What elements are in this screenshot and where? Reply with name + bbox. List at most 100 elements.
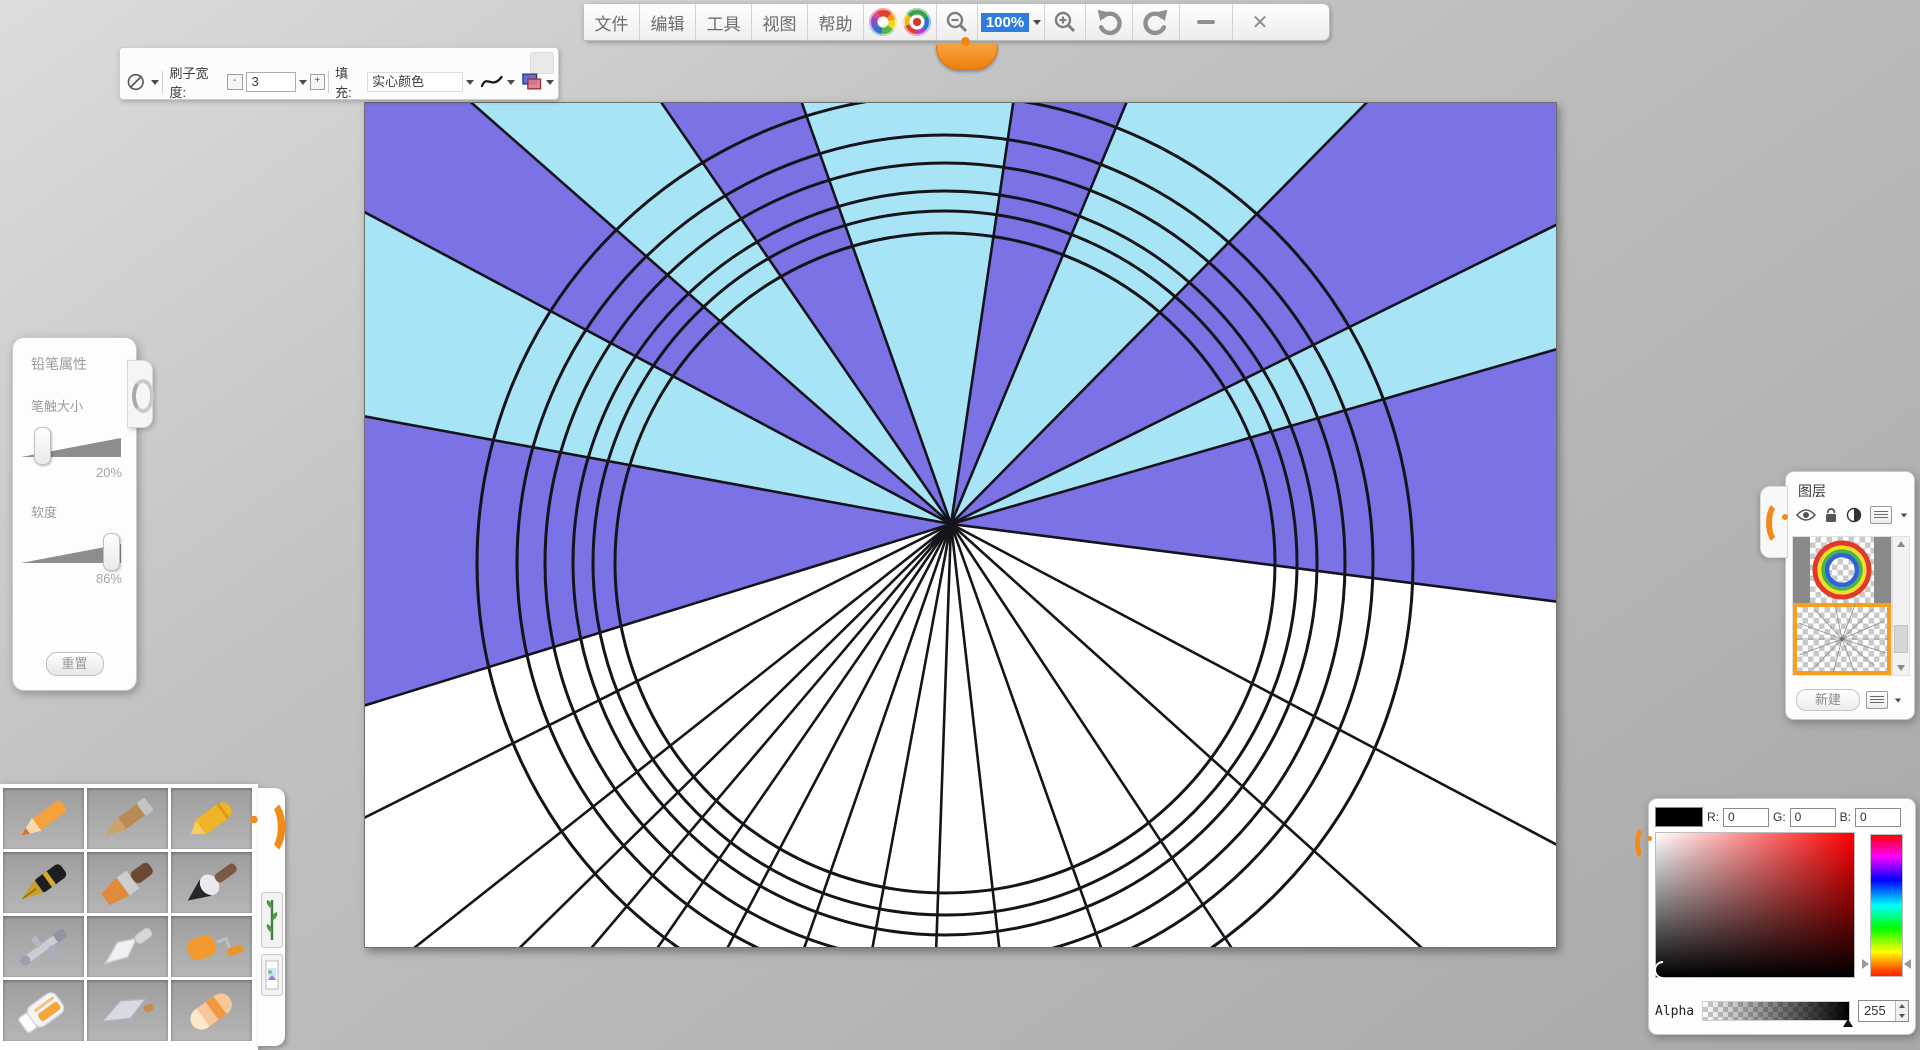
menu-help[interactable]: 帮助	[808, 4, 864, 40]
pencil-options-dropdown-icon[interactable]	[151, 80, 159, 85]
unlocked-padlock-icon[interactable]	[1824, 507, 1838, 523]
separator	[162, 71, 163, 93]
stroke-curve-dropdown-icon[interactable]	[507, 80, 515, 85]
pencil-circle-icon[interactable]	[126, 71, 148, 93]
picture-icon	[265, 960, 279, 990]
tool-eraser[interactable]	[171, 980, 252, 1041]
fill-dropdown-icon[interactable]	[466, 80, 474, 85]
reset-button[interactable]: 重置	[46, 652, 104, 676]
zoom-level-combo[interactable]: 100%	[978, 4, 1045, 40]
layer-menu-icon[interactable]	[1866, 691, 1888, 709]
tool-ink-brush[interactable]	[171, 852, 252, 913]
tool-sharp-pencil[interactable]	[3, 788, 84, 849]
tool-palette-knife[interactable]	[87, 916, 168, 977]
blue-input[interactable]: 0	[1855, 808, 1901, 827]
menu-tools[interactable]: 工具	[696, 4, 752, 40]
softness-value: 86%	[13, 571, 122, 586]
visibility-eye-icon[interactable]	[1796, 508, 1816, 522]
alpha-decrease-button[interactable]	[1896, 1011, 1908, 1021]
menu-view[interactable]: 视图	[752, 4, 808, 40]
ear-hole-icon	[132, 379, 154, 413]
layer-item-rays-selected[interactable]	[1793, 603, 1891, 675]
fountain-pen-icon	[8, 857, 80, 909]
stroke-curve-icon[interactable]	[480, 72, 503, 92]
green-input[interactable]: 0	[1790, 808, 1836, 827]
clown-nose-icon	[961, 37, 970, 46]
down-arrow-icon	[1897, 665, 1905, 671]
layers-list	[1792, 536, 1892, 676]
alpha-marker-icon[interactable]	[1843, 1019, 1853, 1027]
layers-panel: 图层	[1785, 471, 1915, 720]
undo-button[interactable]	[1086, 4, 1133, 40]
panel-ear-tab[interactable]	[127, 360, 153, 428]
opacity-halfmoon-icon[interactable]	[1846, 507, 1862, 523]
alpha-slider[interactable]	[1702, 1001, 1850, 1021]
brush-width-increase-button[interactable]: +	[310, 74, 326, 90]
tool-fountain-pen[interactable]	[3, 852, 84, 913]
fill-type-combo[interactable]: 实心颜色	[367, 72, 463, 92]
brush-width-dropdown-icon[interactable]	[299, 80, 307, 85]
paint-jar-icon	[8, 985, 80, 1037]
redo-button[interactable]	[1133, 4, 1180, 40]
tool-airbrush[interactable]	[3, 916, 84, 977]
new-layer-button[interactable]: 新建	[1796, 689, 1860, 711]
tool-marker-nib[interactable]	[87, 980, 168, 1041]
red-input[interactable]: 0	[1723, 808, 1769, 827]
scrollbar-thumb[interactable]	[1894, 625, 1908, 653]
layer-item-circle[interactable]	[1793, 537, 1891, 603]
softness-handle[interactable]	[103, 533, 120, 571]
layer-menu-dropdown-icon[interactable]	[1895, 698, 1901, 702]
picture-stamps-button[interactable]	[261, 954, 283, 996]
brush-options-toolbar: 刷子宽度: - 3 + 填充: 实心颜色	[119, 47, 559, 100]
blue-label: B:	[1840, 810, 1851, 824]
layer-thumbnail-rainbow-circle	[1793, 537, 1891, 603]
brush-width-value[interactable]: 3	[246, 72, 296, 92]
layers-ear-icon[interactable]	[1766, 500, 1792, 546]
saturation-value-field[interactable]	[1655, 832, 1855, 978]
menu-edit[interactable]: 编辑	[640, 4, 696, 40]
magic-mode-icon[interactable]	[903, 8, 931, 36]
minimize-button[interactable]	[1180, 4, 1233, 40]
softness-slider[interactable]	[21, 535, 126, 569]
hue-marker-right-icon[interactable]	[1904, 959, 1911, 969]
clown-mouth-icon	[936, 44, 998, 70]
marker-nib-icon	[92, 985, 164, 1037]
ear-arc-icon	[253, 798, 286, 856]
color-ear-icon[interactable]	[1635, 825, 1655, 861]
stroke-size-value: 20%	[13, 465, 122, 480]
layer-thumbnail-rays	[1793, 603, 1891, 675]
scroll-up-button[interactable]	[1893, 537, 1909, 551]
canvas-artwork[interactable]	[365, 103, 1556, 947]
tool-charcoal-pencil[interactable]	[87, 788, 168, 849]
tool-flat-brush[interactable]	[87, 852, 168, 913]
alpha-value-spinner[interactable]: 255	[1858, 1000, 1909, 1022]
main-toolbar: 文件 编辑 工具 视图 帮助 100%	[583, 3, 1330, 41]
scroll-down-button[interactable]	[1893, 661, 1909, 675]
stroke-size-handle[interactable]	[34, 427, 51, 465]
ear-dot-icon	[1647, 836, 1652, 841]
bamboo-brushes-button[interactable]	[261, 892, 283, 948]
brush-width-decrease-button[interactable]: -	[227, 74, 243, 90]
alpha-increase-button[interactable]	[1896, 1001, 1908, 1011]
palette-mode-icon[interactable]	[869, 8, 897, 36]
hue-marker-left-icon[interactable]	[1862, 959, 1869, 969]
layer-list-icon[interactable]	[1870, 506, 1892, 524]
menu-file[interactable]: 文件	[584, 4, 640, 40]
tool-crayon[interactable]	[171, 788, 252, 849]
layers-scrollbar[interactable]	[1892, 536, 1910, 676]
fill-style-dropdown-icon[interactable]	[546, 80, 554, 85]
palette-ear-tab[interactable]	[253, 798, 286, 856]
tool-paint-jar[interactable]	[3, 980, 84, 1041]
layer-list-dropdown-icon[interactable]	[1901, 513, 1907, 517]
drawing-canvas[interactable]	[364, 102, 1557, 948]
zoom-out-button[interactable]	[937, 4, 978, 40]
airbrush-icon	[8, 921, 80, 973]
hue-slider[interactable]	[1870, 834, 1903, 977]
tool-paint-roller[interactable]	[171, 916, 252, 977]
zoom-in-button[interactable]	[1045, 4, 1086, 40]
current-color-swatch[interactable]	[1655, 807, 1703, 827]
stroke-size-slider[interactable]	[21, 429, 126, 463]
fill-style-icon[interactable]	[520, 72, 543, 92]
zoom-dropdown-icon[interactable]	[1033, 20, 1041, 25]
close-button[interactable]: ✕	[1233, 4, 1287, 40]
